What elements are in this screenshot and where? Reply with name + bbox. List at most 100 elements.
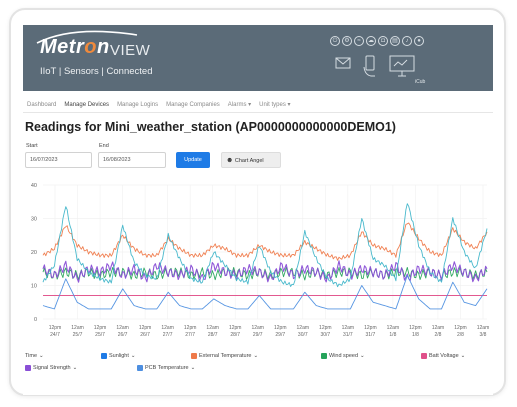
x-tick-label: 12am [161,325,174,331]
x-tick-label: 12am [251,325,264,331]
x-tick-label: 12am [297,325,310,331]
header-banner: Metron VIEW IIoT | Sensors | Connected ⏻… [23,25,493,91]
bell-icon: ♪ [402,36,412,46]
legend-label: Wind speed [329,353,359,359]
x-tick-label: 26/7 [118,332,128,338]
device-label: iCub [415,79,426,85]
x-tick-label: 29/7 [275,332,285,338]
y-tick-label: 30 [31,217,37,223]
x-tick-label: 2/8 [457,332,464,338]
x-tick-label: 12pm [139,325,152,331]
legend-item-pcb-temperature[interactable]: PCB Temperature ⌄ [137,365,195,371]
gear-icon: ⚙ [342,36,352,46]
y-tick-label: 10 [31,284,37,290]
legend-label: Batt Voltage [429,353,459,359]
x-tick-label: 12am [342,325,355,331]
chevron-down-icon: ⌄ [190,365,196,371]
monitor-icon [389,55,415,77]
chart-svg: 40302010012pm24/712am25/712pm25/712am26/… [31,183,489,338]
x-tick-label: 12am [116,325,129,331]
x-tick-label: 12pm [409,325,422,331]
legend-label: Signal Strength [33,365,71,371]
update-button[interactable]: Update [176,152,210,168]
page-title: Readings for Mini_weather_station (AP000… [25,120,396,134]
logo-n: n [96,36,110,58]
x-tick-label: 30/7 [320,332,330,338]
chart-angel-label: Chart Angel [234,158,264,164]
checkbox-icon[interactable] [321,353,327,359]
legend-item-external-temperature[interactable]: External Temperature ⌄ [191,353,258,359]
header-icon-row: ⏻ ⚙ ≈ ☁ ◘ ▤ ♪ ● [330,36,424,46]
logo: Metron [40,36,110,59]
x-tick-label: 1/8 [389,332,396,338]
wifi-icon: ≈ [354,36,364,46]
x-tick-label: 12pm [49,325,62,331]
nav-alarms-dropdown[interactable]: Alarms ▾ [228,101,251,108]
legend-item-batt-voltage[interactable]: Batt Voltage ⌄ [421,353,465,359]
power-icon: ⏻ [330,36,340,46]
hand-phone-icon [363,55,375,77]
legend-label: Time [25,353,38,359]
chevron-down-icon: ⌄ [130,353,136,359]
x-tick-label: 12am [432,325,445,331]
x-tick-label: 31/7 [366,332,376,338]
y-tick-label: 40 [31,183,37,189]
nav-unit-types-dropdown[interactable]: Unit types ▾ [259,101,290,108]
x-tick-label: 12pm [454,325,467,331]
nav-manage-companies[interactable]: Manage Companies [166,102,220,108]
legend-label: External Temperature [199,353,252,359]
chevron-down-icon: ⌄ [72,365,78,371]
x-tick-label: 2/8 [434,332,441,338]
x-tick-label: 24/7 [50,332,60,338]
x-tick-label: 25/7 [73,332,83,338]
x-tick-label: 12am [387,325,400,331]
x-tick-label: 12pm [94,325,107,331]
legend-item-time[interactable]: Time ⌄ [25,353,44,359]
x-tick-label: 29/7 [253,332,263,338]
x-tick-label: 28/7 [230,332,240,338]
x-tick-label: 12am [206,325,219,331]
end-label: End [99,143,109,149]
legend-item-signal-strength[interactable]: Signal Strength ⌄ [25,365,77,371]
legend-label: PCB Temperature [145,365,189,371]
x-tick-label: 12am [71,325,84,331]
envelope-icon [335,57,351,69]
logo-view-text: VIEW [110,42,151,59]
x-tick-label: 28/7 [208,332,218,338]
checkbox-icon[interactable] [191,353,197,359]
nav-manage-logins[interactable]: Manage Logins [117,102,158,108]
end-date-input[interactable] [98,152,166,168]
nav-manage-devices[interactable]: Manage Devices [64,102,109,108]
x-tick-label: 26/7 [140,332,150,338]
legend-item-sunlight[interactable]: Sunlight ⌄ [101,353,136,359]
chart-angel-button[interactable]: ☻ Chart Angel [221,152,281,168]
x-tick-label: 31/7 [343,332,353,338]
lock-icon: ◘ [378,36,388,46]
x-tick-label: 25/7 [95,332,105,338]
x-tick-label: 12pm [184,325,197,331]
x-tick-label: 12pm [364,325,377,331]
y-tick-label: 20 [31,250,37,256]
y-tick-label: 0 [34,317,37,323]
legend-label: Sunlight [109,353,129,359]
x-tick-label: 12pm [274,325,287,331]
chevron-down-icon: ⌄ [253,353,259,359]
chevron-down-icon: ⌄ [460,353,466,359]
checkbox-icon[interactable] [25,365,31,371]
checkbox-icon[interactable] [101,353,107,359]
checkbox-icon[interactable] [421,353,427,359]
x-tick-label: 27/7 [185,332,195,338]
cloud-icon: ☁ [366,36,376,46]
x-tick-label: 3/8 [480,332,487,338]
x-tick-label: 12pm [229,325,242,331]
start-label: Start [26,143,38,149]
x-tick-label: 1/8 [412,332,419,338]
checkbox-icon[interactable] [137,365,143,371]
angel-icon: ☻ [226,157,234,164]
x-tick-label: 27/7 [163,332,173,338]
legend-item-wind-speed[interactable]: Wind speed ⌄ [321,353,365,359]
nav-dashboard[interactable]: Dashboard [27,102,56,108]
chart-icon: ▤ [390,36,400,46]
start-date-input[interactable] [25,152,92,168]
chevron-down-icon: ⌄ [360,353,365,359]
